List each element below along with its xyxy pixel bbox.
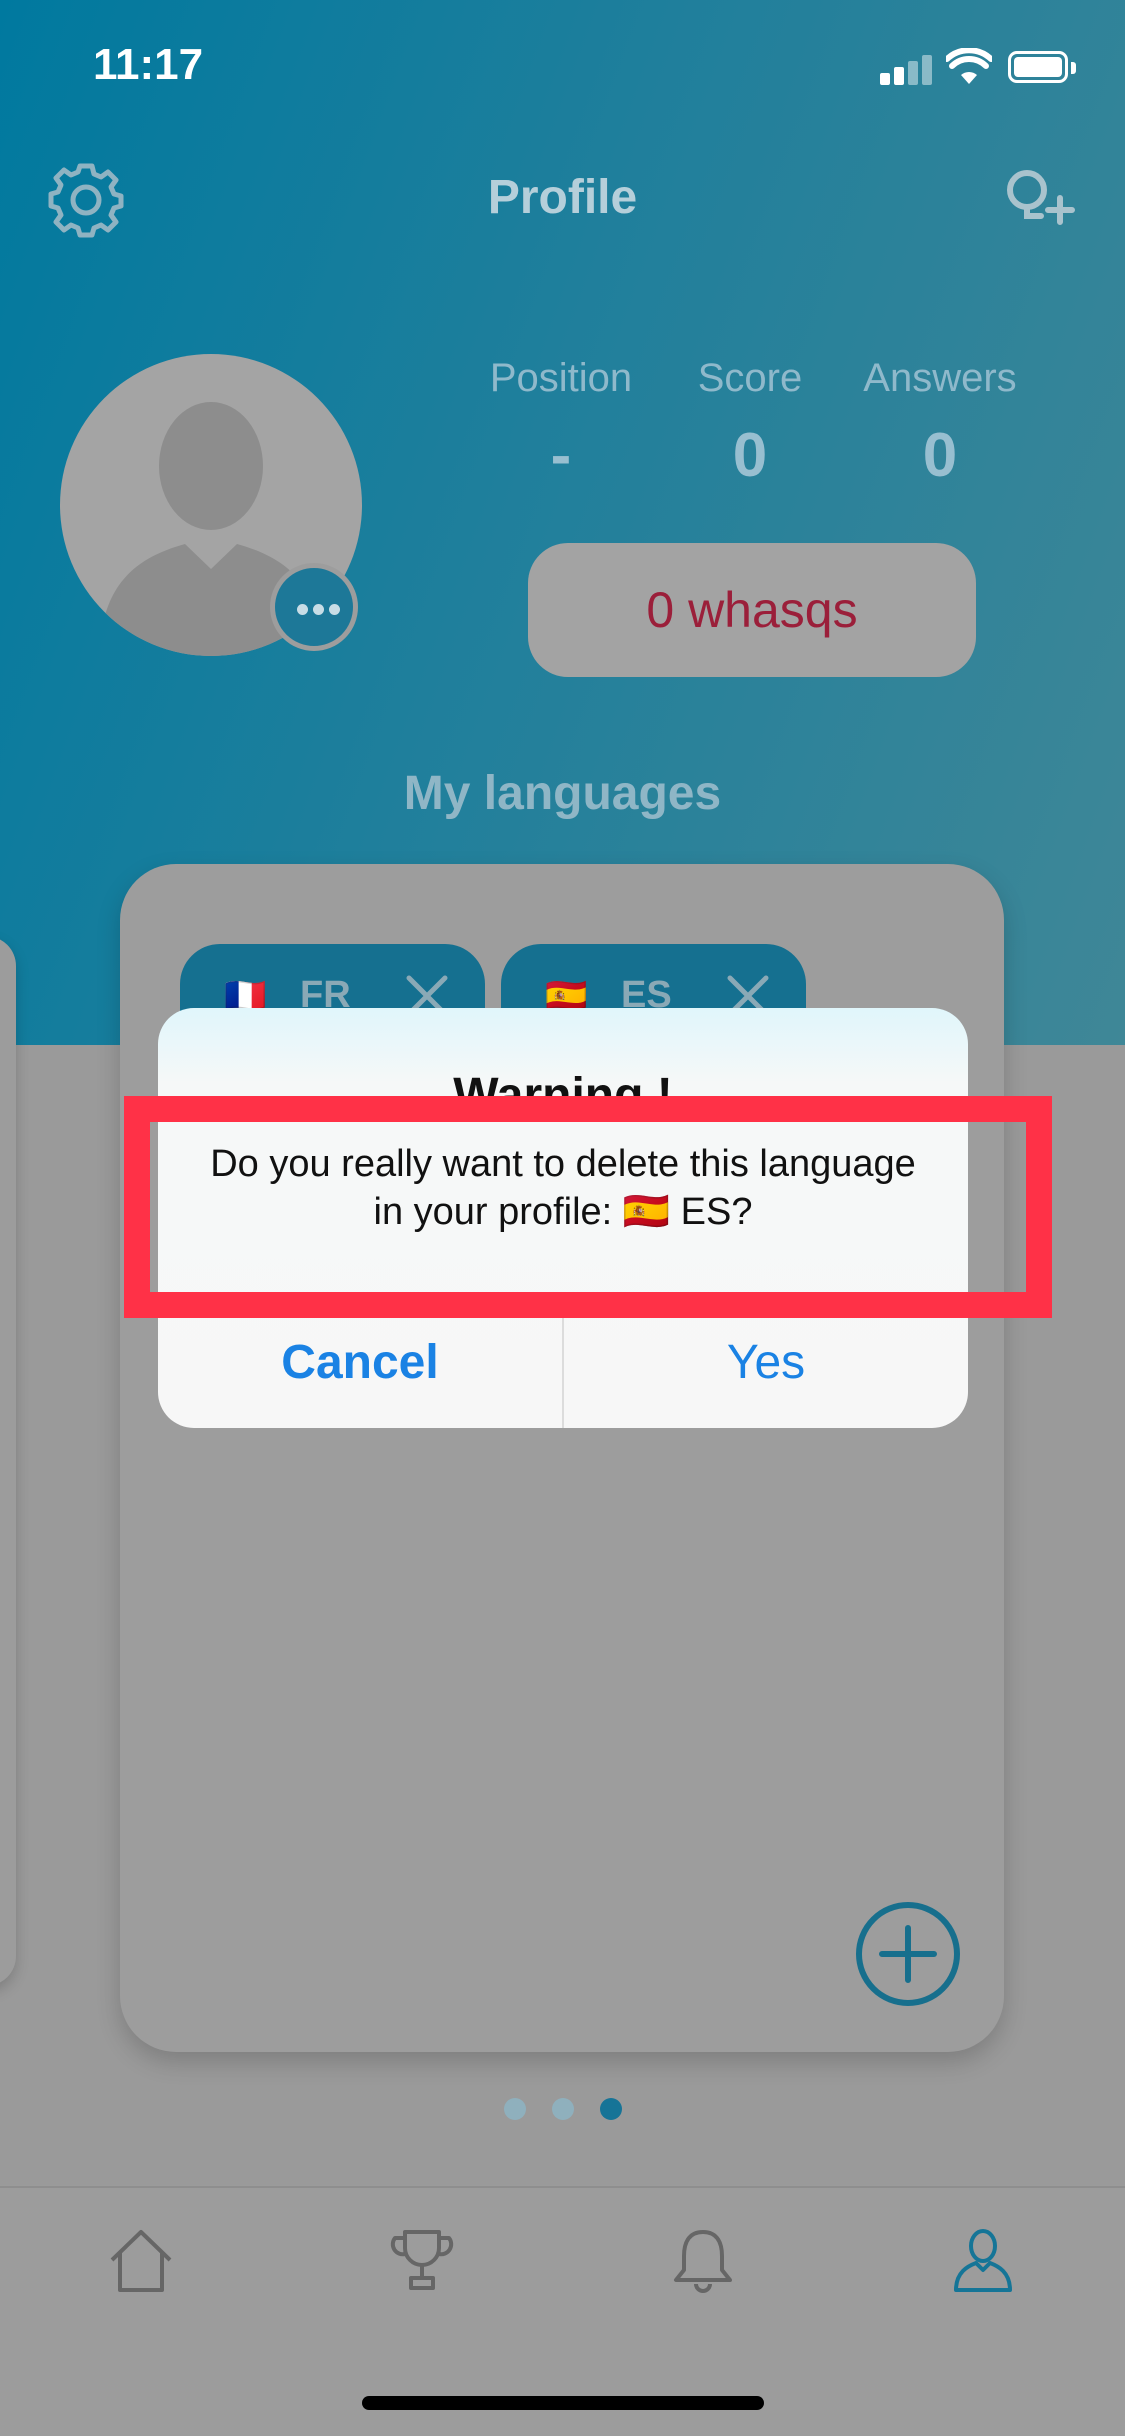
previous-card[interactable] [0,936,16,1986]
status-time: 11:17 [93,40,204,89]
add-user-icon[interactable] [997,160,1081,244]
pager-dot[interactable] [504,2098,526,2120]
trophy-icon[interactable] [387,2226,457,2296]
warning-dialog: Warning ! Do you really want to delete t… [158,1008,968,1428]
home-icon[interactable] [106,2226,176,2296]
stat-value-position: - [550,421,572,490]
cellular-signal-icon [880,55,932,85]
profile-icon[interactable] [948,2226,1018,2296]
yes-button[interactable]: Yes [564,1298,968,1428]
dialog-message: Do you really want to delete this langua… [210,1143,916,1233]
page-title: Profile [487,171,638,224]
pager-dot[interactable] [552,2098,574,2120]
pager-dot-active[interactable] [600,2098,622,2120]
add-language-icon[interactable] [854,1900,962,2008]
stat-label-answers: Answers [863,356,1017,400]
section-title-languages: My languages [403,767,722,820]
profile-screen: 11:17 Profile Position - Score 0 Answers… [0,0,1125,2436]
avatar-more-button[interactable] [270,563,358,651]
home-indicator[interactable] [362,2396,764,2410]
dialog-title: Warning ! [453,1069,673,1122]
battery-icon [1008,51,1078,85]
bell-icon[interactable] [668,2226,738,2296]
whasqs-balance-button[interactable]: 0 whasqs [528,543,976,677]
stat-label-score: Score [697,356,803,400]
stat-value-score: 0 [732,421,768,490]
cancel-button[interactable]: Cancel [158,1298,562,1428]
stat-value-answers: 0 [922,421,958,490]
stat-label-position: Position [489,356,633,400]
wifi-icon [946,48,992,84]
